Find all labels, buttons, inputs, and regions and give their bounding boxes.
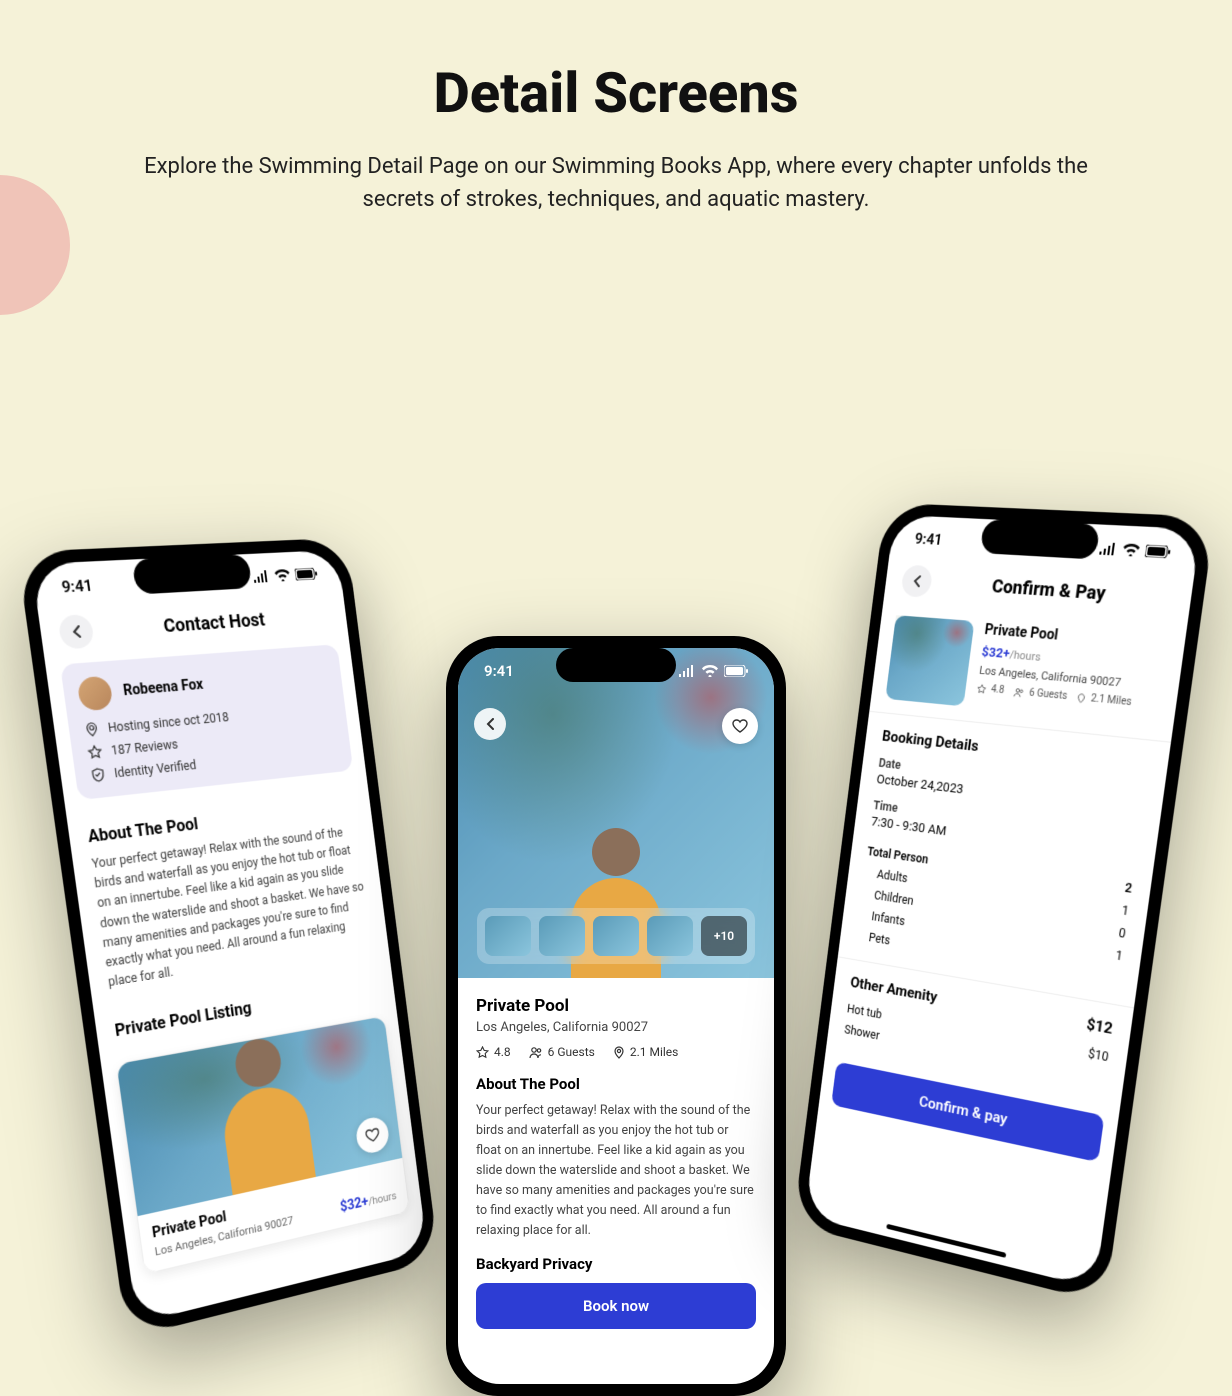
amenity-total: $12: [1085, 1015, 1113, 1038]
signal-icon: [252, 570, 270, 583]
back-button[interactable]: [57, 614, 94, 650]
children-label: Children: [873, 888, 914, 908]
favorite-button[interactable]: [722, 708, 758, 744]
pets-label: Pets: [868, 931, 891, 948]
listing-price: $32+: [339, 1194, 369, 1216]
thumbnail[interactable]: [593, 916, 639, 956]
page-title: Detail Screens: [80, 60, 1152, 126]
battery-icon: [724, 665, 748, 677]
wifi-icon: [702, 665, 718, 677]
phone-notch: [556, 648, 676, 682]
summary-image: [885, 615, 974, 706]
host-avatar[interactable]: [76, 676, 113, 712]
star-icon: [476, 1046, 489, 1059]
location-icon: [83, 720, 102, 738]
back-button[interactable]: [474, 708, 506, 740]
adults-value: 1: [1121, 903, 1130, 918]
back-button[interactable]: [900, 565, 933, 598]
host-card: Robeena Fox Hosting since oct 2018 187 R…: [60, 644, 353, 800]
book-now-button[interactable]: Book now: [476, 1283, 756, 1329]
signal-icon: [1098, 542, 1118, 555]
chevron-left-icon: [71, 625, 81, 638]
distance-stat: 2.1 Miles: [1076, 692, 1132, 708]
host-name: Robeena Fox: [122, 677, 204, 700]
phone-confirm-pay: 9:41 Confirm & Pay Private Pool $32+/hou…: [793, 503, 1215, 1304]
adults-label: Adults: [876, 867, 908, 885]
infants-label: Infants: [871, 909, 906, 928]
summary-price: $32+: [981, 645, 1011, 662]
phone-notch: [980, 519, 1101, 560]
hosting-since: Hosting since oct 2018: [107, 710, 229, 735]
listing-price-unit: /hours: [368, 1190, 398, 1209]
battery-icon: [294, 568, 317, 581]
status-icons: [252, 568, 318, 583]
phone-contact-host: 9:41 Contact Host Robeena Fox: [17, 538, 439, 1339]
phone-notch: [132, 554, 253, 595]
location-icon: [1076, 692, 1086, 703]
about-pool-heading: About The Pool: [476, 1075, 756, 1093]
star-icon: [86, 743, 105, 761]
reviews-count: 187 Reviews: [110, 737, 179, 758]
total-person-value: 2: [1124, 880, 1133, 895]
rating-stat: 4.8: [476, 1045, 511, 1059]
guests-stat: 6 Guests: [1013, 686, 1068, 702]
guests-icon: [1013, 687, 1025, 698]
pool-title: Private Pool: [476, 996, 756, 1016]
privacy-heading: Backyard Privacy: [476, 1255, 756, 1273]
location-icon: [613, 1046, 625, 1059]
infants-value: 1: [1115, 948, 1124, 963]
page-subtitle: Explore the Swimming Detail Page on our …: [126, 150, 1106, 216]
about-pool-text: Your perfect getaway! Relax with the sou…: [476, 1101, 756, 1241]
shield-icon: [89, 766, 108, 784]
children-value: 0: [1118, 926, 1127, 941]
heart-icon: [365, 1127, 381, 1143]
listing-card[interactable]: Private Pool Los Angeles, California 900…: [115, 1016, 410, 1275]
summary-price-unit: /hours: [1009, 648, 1042, 664]
thumbnail-strip: +10: [477, 908, 755, 964]
star-icon: [976, 683, 987, 694]
guests-icon: [529, 1046, 543, 1059]
battery-icon: [1145, 545, 1171, 559]
thumbnail[interactable]: [647, 916, 693, 956]
identity-verified: Identity Verified: [113, 758, 197, 781]
wifi-icon: [274, 569, 290, 582]
more-thumbnails[interactable]: +10: [701, 916, 747, 956]
thumbnail[interactable]: [485, 916, 531, 956]
thumbnail[interactable]: [539, 916, 585, 956]
guests-stat: 6 Guests: [529, 1045, 595, 1059]
about-pool-text: Your perfect getaway! Relax with the sou…: [91, 822, 373, 993]
status-time: 9:41: [61, 576, 94, 596]
rating-stat: 4.8: [976, 683, 1005, 697]
status-icons: [1098, 542, 1171, 558]
shower-label: Shower: [844, 1023, 881, 1043]
signal-icon: [678, 665, 696, 677]
header-title: Confirm & Pay: [930, 572, 1174, 609]
hero-image: 9:41: [458, 648, 774, 978]
heart-icon: [732, 719, 748, 733]
hottub-value: $10: [1087, 1046, 1109, 1064]
status-time: 9:41: [484, 662, 514, 680]
phone-detail: 9:41: [446, 636, 786, 1396]
chevron-left-icon: [912, 575, 921, 587]
hottub-label: Hot tub: [846, 1002, 882, 1022]
wifi-icon: [1122, 543, 1140, 556]
favorite-button[interactable]: [355, 1115, 391, 1156]
status-icons: [678, 665, 748, 677]
distance-stat: 2.1 Miles: [613, 1045, 679, 1059]
status-time: 9:41: [914, 530, 943, 549]
header-title: Contact Host: [91, 605, 331, 642]
chevron-left-icon: [486, 718, 494, 730]
home-indicator: [886, 1224, 1006, 1258]
pool-location: Los Angeles, California 90027: [476, 1020, 756, 1035]
